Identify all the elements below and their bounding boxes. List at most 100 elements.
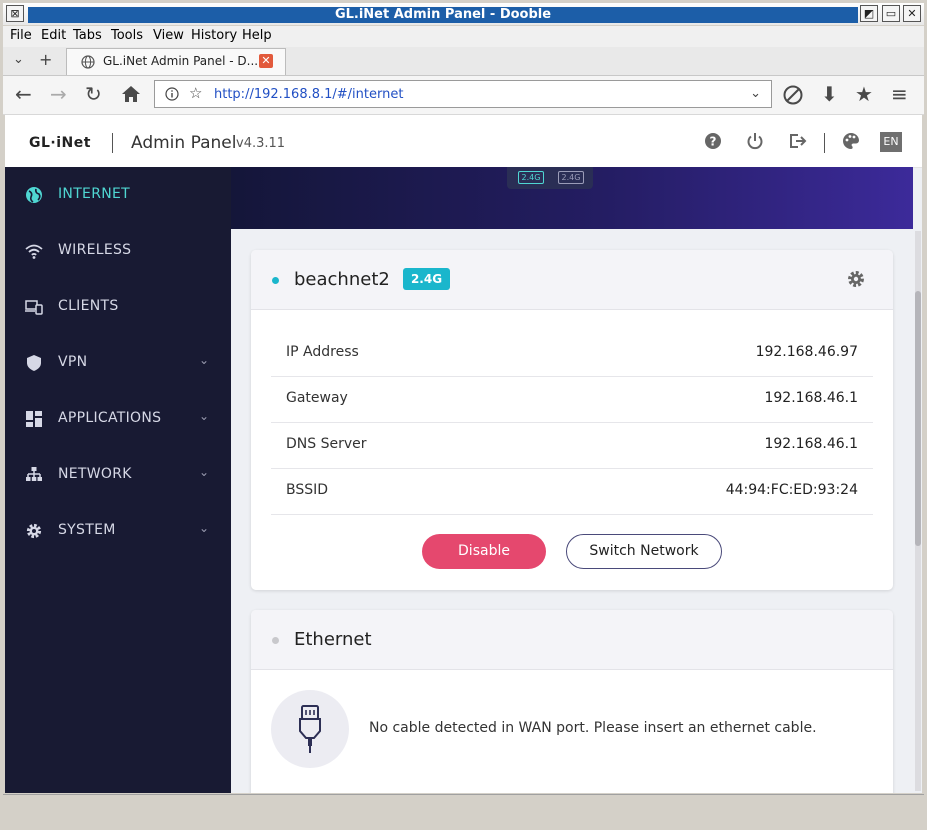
power-icon[interactable] xyxy=(745,131,765,151)
forward-icon[interactable]: → xyxy=(50,84,67,104)
sidebar-item-system[interactable]: SYSTEM ⌄ xyxy=(5,503,231,559)
row-value: 192.168.46.97 xyxy=(755,344,858,360)
apps-grid-icon xyxy=(26,411,42,427)
window-title: GL.iNet Admin Panel - Dooble xyxy=(28,7,858,23)
page-scrollbar[interactable] xyxy=(915,231,921,791)
url-dropdown-icon[interactable]: ⌄ xyxy=(750,86,761,101)
tab-list-icon[interactable]: ⌄ xyxy=(13,52,24,67)
menu-tools[interactable]: Tools xyxy=(111,28,143,43)
shield-icon xyxy=(27,355,41,371)
tab-title: GL.iNet Admin Panel - D... xyxy=(103,54,259,68)
row-value: 192.168.46.1 xyxy=(764,436,858,452)
bookmarks-star-icon[interactable]: ★ xyxy=(855,84,873,104)
close-window-icon[interactable]: ✕ xyxy=(903,5,921,22)
no-cable-message: No cable detected in WAN port. Please in… xyxy=(369,720,817,736)
app-title: Admin Panel xyxy=(131,133,237,153)
hamburger-menu-icon[interactable]: ≡ xyxy=(891,84,908,104)
sidebar-item-wireless[interactable]: WIRELESS xyxy=(5,223,231,279)
chevron-down-icon: ⌄ xyxy=(199,409,210,423)
row-label: IP Address xyxy=(286,344,359,360)
row-label: BSSID xyxy=(286,482,329,498)
info-row-dns: DNS Server 192.168.46.1 xyxy=(271,422,873,469)
app-header: GL·iNet Admin Panel v4.3.11 ? EN xyxy=(5,115,922,168)
info-row-bssid: BSSID 44:94:FC:ED:93:24 xyxy=(271,468,873,515)
bookmark-star-icon[interactable]: ☆ xyxy=(189,84,202,102)
menu-view[interactable]: View xyxy=(153,28,184,43)
menu-edit[interactable]: Edit xyxy=(41,28,66,43)
info-icon[interactable] xyxy=(165,87,179,101)
ssid-label: beachnet2 xyxy=(294,269,390,290)
home-icon[interactable] xyxy=(121,85,141,103)
status-bar xyxy=(3,794,924,828)
tab-close-icon[interactable]: ✕ xyxy=(259,54,273,68)
language-button[interactable]: EN xyxy=(880,132,902,152)
menu-history[interactable]: History xyxy=(191,28,237,43)
gear-icon[interactable] xyxy=(846,269,866,289)
network-tree-icon xyxy=(26,467,42,481)
status-banner: 2.4G 2.4G xyxy=(231,167,913,229)
sidebar-item-applications[interactable]: APPLICATIONS ⌄ xyxy=(5,391,231,447)
sidebar-item-label: CLIENTS xyxy=(58,298,119,314)
status-dot xyxy=(272,277,279,284)
menu-tabs[interactable]: Tabs xyxy=(73,28,102,43)
repeater-card: beachnet2 2.4G IP Address 192.168.46.97 … xyxy=(251,250,893,590)
ethernet-card: Ethernet No cable detected in WAN port. … xyxy=(251,610,893,793)
sidebar-item-label: WIRELESS xyxy=(58,242,132,258)
sidebar-item-label: INTERNET xyxy=(58,186,130,202)
info-row-gateway: Gateway 192.168.46.1 xyxy=(271,376,873,423)
url-text[interactable]: http://192.168.8.1/#/internet xyxy=(214,87,403,102)
help-icon[interactable]: ? xyxy=(703,131,723,151)
reload-icon[interactable]: ↻ xyxy=(85,84,102,104)
sidebar: INTERNET WIRELESS CLIENTS VPN ⌄ APPLICAT… xyxy=(5,167,231,793)
tab-admin-panel[interactable]: GL.iNet Admin Panel - D... ✕ xyxy=(66,48,286,75)
menu-file[interactable]: File xyxy=(10,28,32,43)
window-titlebar: ⊠ GL.iNet Admin Panel - Dooble ◩ ▭ ✕ xyxy=(3,3,924,25)
status-dot xyxy=(272,637,279,644)
sidebar-item-label: APPLICATIONS xyxy=(58,410,162,426)
card-header: beachnet2 2.4G xyxy=(251,250,893,310)
block-icon[interactable] xyxy=(783,85,803,105)
row-label: DNS Server xyxy=(286,436,367,452)
header-divider xyxy=(112,133,113,153)
download-icon[interactable]: ⬇ xyxy=(821,84,838,104)
disable-button[interactable]: Disable xyxy=(422,534,546,569)
svg-text:?: ? xyxy=(710,135,717,149)
sidebar-item-clients[interactable]: CLIENTS xyxy=(5,279,231,335)
sidebar-item-label: SYSTEM xyxy=(58,522,116,538)
card-header: Ethernet xyxy=(251,610,893,670)
wifi-icon xyxy=(25,244,43,259)
page-viewport: GL·iNet Admin Panel v4.3.11 ? EN INTERNE… xyxy=(5,115,922,793)
app-version: v4.3.11 xyxy=(236,136,286,151)
band-tag-a: 2.4G xyxy=(518,171,544,184)
chevron-down-icon: ⌄ xyxy=(199,353,210,367)
devices-icon xyxy=(25,300,43,315)
sidebar-item-vpn[interactable]: VPN ⌄ xyxy=(5,335,231,391)
address-bar[interactable]: ☆ http://192.168.8.1/#/internet ⌄ xyxy=(154,80,772,108)
palette-icon[interactable] xyxy=(841,131,861,151)
back-icon[interactable]: ← xyxy=(15,84,32,104)
glinet-logo[interactable]: GL·iNet xyxy=(29,135,91,151)
scrollbar-thumb[interactable] xyxy=(915,291,921,546)
gear-icon xyxy=(26,523,42,539)
row-value: 192.168.46.1 xyxy=(764,390,858,406)
menu-help[interactable]: Help xyxy=(242,28,272,43)
minimize-icon[interactable]: ◩ xyxy=(860,5,878,22)
sidebar-item-label: NETWORK xyxy=(58,466,132,482)
sidebar-item-network[interactable]: NETWORK ⌄ xyxy=(5,447,231,503)
sidebar-item-internet[interactable]: INTERNET xyxy=(5,167,231,223)
band-badge: 2.4G xyxy=(403,268,450,290)
chevron-down-icon: ⌄ xyxy=(199,465,210,479)
menu-bar: File Edit Tabs Tools View History Help xyxy=(3,26,924,47)
maximize-icon[interactable]: ▭ xyxy=(882,5,900,22)
globe-icon xyxy=(81,55,95,69)
new-tab-icon[interactable]: + xyxy=(39,50,52,69)
band-tag-b: 2.4G xyxy=(558,171,584,184)
info-row-ip: IP Address 192.168.46.97 xyxy=(271,330,873,377)
tab-strip: ⌄ + GL.iNet Admin Panel - D... ✕ xyxy=(3,47,924,76)
sidebar-item-label: VPN xyxy=(58,354,88,370)
switch-network-button[interactable]: Switch Network xyxy=(566,534,722,569)
logout-icon[interactable] xyxy=(787,131,807,151)
window-menu-icon[interactable]: ⊠ xyxy=(6,5,24,22)
chevron-down-icon: ⌄ xyxy=(199,521,210,535)
ethernet-icon-circle xyxy=(271,690,349,768)
